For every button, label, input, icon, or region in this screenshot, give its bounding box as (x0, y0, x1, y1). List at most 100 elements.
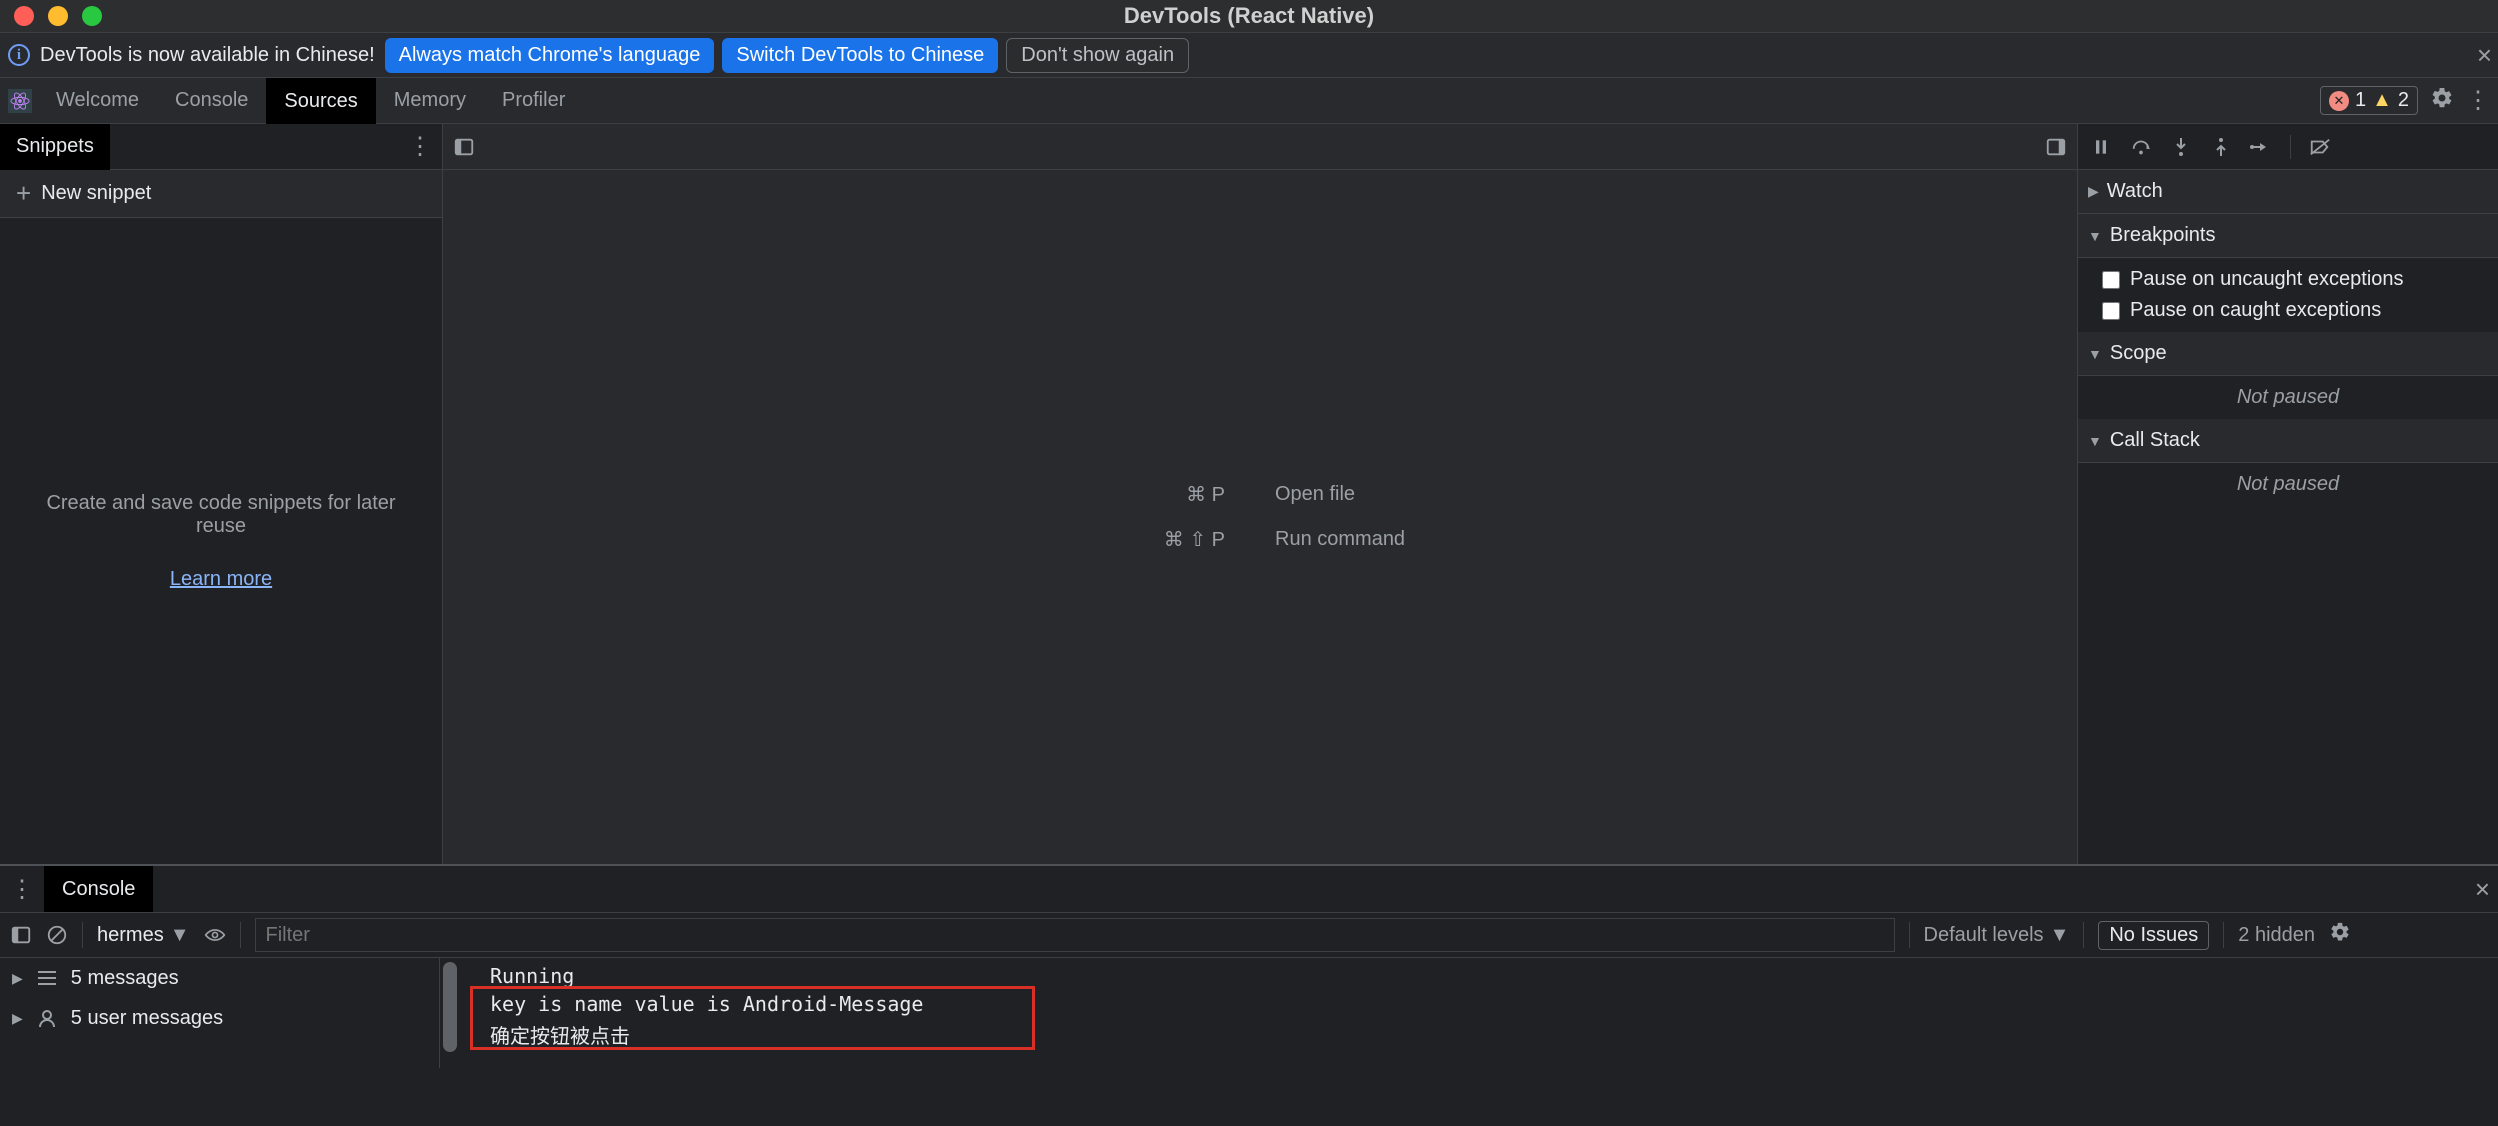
switch-to-chinese-button[interactable]: Switch DevTools to Chinese (722, 38, 998, 73)
js-context-selector[interactable]: hermes ▼ (97, 924, 190, 947)
console-settings-button[interactable] (2329, 921, 2351, 949)
warning-count: 2 (2398, 89, 2409, 112)
more-options-button[interactable]: ⋮ (2466, 86, 2490, 115)
console-body: ▶ 5 messages ▶ 5 user messages Running k… (0, 958, 2498, 1068)
console-messages[interactable]: Running key is name value is Android-Mes… (440, 958, 2498, 1068)
navigator-more-button[interactable]: ⋮ (408, 132, 432, 161)
scope-label: Scope (2110, 342, 2167, 365)
toggle-debugger-button[interactable] (2045, 136, 2067, 158)
chevron-right-icon: ▶ (12, 1010, 23, 1027)
user-icon (35, 1006, 59, 1030)
editor-pane: ⌘ P Open file ⌘ ⇧ P Run command (443, 124, 2078, 864)
toggle-console-sidebar-button[interactable] (10, 924, 32, 946)
sources-panel: Snippets ⋮ + New snippet Create and save… (0, 124, 2498, 864)
sidebar-all-messages[interactable]: ▶ 5 messages (0, 958, 439, 998)
react-icon (8, 89, 32, 113)
context-name: hermes (97, 924, 164, 947)
run-command-shortcut: ⌘ ⇧ P (1045, 527, 1225, 552)
log-levels-selector[interactable]: Default levels ▼ (1924, 924, 2070, 947)
drawer-tab-console[interactable]: Console (44, 866, 153, 912)
error-count: 1 (2355, 89, 2366, 112)
step-out-button[interactable] (2210, 136, 2232, 158)
snippets-empty-text: Create and save code snippets for later … (30, 492, 412, 538)
main-tabs: Welcome Console Sources Memory Profiler … (0, 78, 2498, 124)
infobar-message: DevTools is now available in Chinese! (40, 44, 375, 67)
pause-uncaught-label: Pause on uncaught exceptions (2130, 268, 2404, 291)
messages-count-label: 5 messages (71, 967, 179, 990)
error-icon: ✕ (2329, 91, 2349, 111)
drawer-more-button[interactable]: ⋮ (10, 875, 34, 904)
debugger-toolbar (2078, 124, 2498, 170)
tab-profiler[interactable]: Profiler (484, 78, 583, 124)
console-log-line: Running (480, 962, 2498, 990)
user-messages-count-label: 5 user messages (71, 1007, 223, 1030)
chevron-down-icon: ▼ (2088, 228, 2102, 244)
pause-button[interactable] (2090, 136, 2112, 158)
language-infobar: i DevTools is now available in Chinese! … (0, 32, 2498, 78)
close-infobar-button[interactable]: × (2477, 40, 2492, 71)
drawer-tabs: ⋮ Console × (0, 866, 2498, 912)
editor-shortcuts-hint: ⌘ P Open file ⌘ ⇧ P Run command (443, 170, 2077, 864)
pause-uncaught-checkbox[interactable]: Pause on uncaught exceptions (2088, 264, 2488, 295)
always-match-language-button[interactable]: Always match Chrome's language (385, 38, 715, 73)
error-warning-badge[interactable]: ✕ 1 ▲ 2 (2320, 86, 2418, 115)
chevron-down-icon: ▼ (2050, 924, 2070, 947)
callstack-section-header[interactable]: ▼ Call Stack (2078, 419, 2498, 463)
no-issues-badge[interactable]: No Issues (2098, 921, 2209, 950)
close-drawer-button[interactable]: × (2475, 874, 2490, 905)
console-sidebar: ▶ 5 messages ▶ 5 user messages (0, 958, 440, 1068)
settings-button[interactable] (2430, 86, 2454, 116)
toggle-navigator-button[interactable] (453, 136, 475, 158)
chevron-down-icon: ▼ (170, 924, 190, 947)
navigator-pane: Snippets ⋮ + New snippet Create and save… (0, 124, 443, 864)
watch-section-header[interactable]: ▶ Watch (2078, 170, 2498, 214)
clear-console-button[interactable] (46, 924, 68, 946)
debugger-pane: ▶ Watch ▼ Breakpoints Pause on uncaught ex… (2078, 124, 2498, 864)
callstack-label: Call Stack (2110, 429, 2200, 452)
dont-show-again-button[interactable]: Don't show again (1006, 38, 1189, 73)
window-controls (0, 6, 102, 26)
breakpoints-section-body: Pause on uncaught exceptions Pause on ca… (2078, 258, 2498, 332)
snippets-tab[interactable]: Snippets (0, 124, 110, 170)
learn-more-link[interactable]: Learn more (170, 568, 272, 591)
run-command-label: Run command (1275, 528, 1475, 551)
sidebar-user-messages[interactable]: ▶ 5 user messages (0, 998, 439, 1038)
pause-caught-checkbox[interactable]: Pause on caught exceptions (2088, 295, 2488, 326)
pause-caught-label: Pause on caught exceptions (2130, 299, 2381, 322)
navigator-tabs: Snippets ⋮ (0, 124, 442, 170)
tab-welcome[interactable]: Welcome (38, 78, 157, 124)
tab-console[interactable]: Console (157, 78, 266, 124)
breakpoints-section-header[interactable]: ▼ Breakpoints (2078, 214, 2498, 258)
plus-icon: + (16, 178, 31, 209)
warning-icon: ▲ (2372, 89, 2392, 112)
open-file-label: Open file (1275, 483, 1475, 506)
chevron-down-icon: ▼ (2088, 433, 2102, 449)
step-into-button[interactable] (2170, 136, 2192, 158)
new-snippet-button[interactable]: + New snippet (0, 170, 442, 218)
step-button[interactable] (2250, 136, 2272, 158)
live-expression-button[interactable] (204, 924, 226, 946)
close-window-button[interactable] (14, 6, 34, 26)
scope-section-header[interactable]: ▼Scope (2078, 332, 2498, 376)
watch-label: Watch (2107, 180, 2163, 203)
open-file-shortcut: ⌘ P (1045, 482, 1225, 507)
scope-not-paused: Not paused (2078, 376, 2498, 419)
scrollbar[interactable] (443, 958, 463, 1068)
minimize-window-button[interactable] (48, 6, 68, 26)
chevron-right-icon: ▶ (12, 970, 23, 987)
console-filter-input[interactable] (255, 918, 1895, 952)
chevron-right-icon: ▶ (2088, 183, 2099, 200)
breakpoints-label: Breakpoints (2110, 224, 2216, 247)
hidden-count: 2 hidden (2238, 924, 2315, 947)
list-icon (35, 966, 59, 990)
deactivate-breakpoints-button[interactable] (2309, 136, 2331, 158)
fullscreen-window-button[interactable] (82, 6, 102, 26)
editor-toolbar (443, 124, 2077, 170)
callstack-not-paused: Not paused (2078, 463, 2498, 506)
console-log-line: 确定按钮被点击 (480, 1018, 2498, 1051)
step-over-button[interactable] (2130, 136, 2152, 158)
tab-sources[interactable]: Sources (266, 78, 375, 124)
tab-memory[interactable]: Memory (376, 78, 484, 124)
info-icon: i (8, 44, 30, 66)
window-title: DevTools (React Native) (1124, 3, 1374, 29)
